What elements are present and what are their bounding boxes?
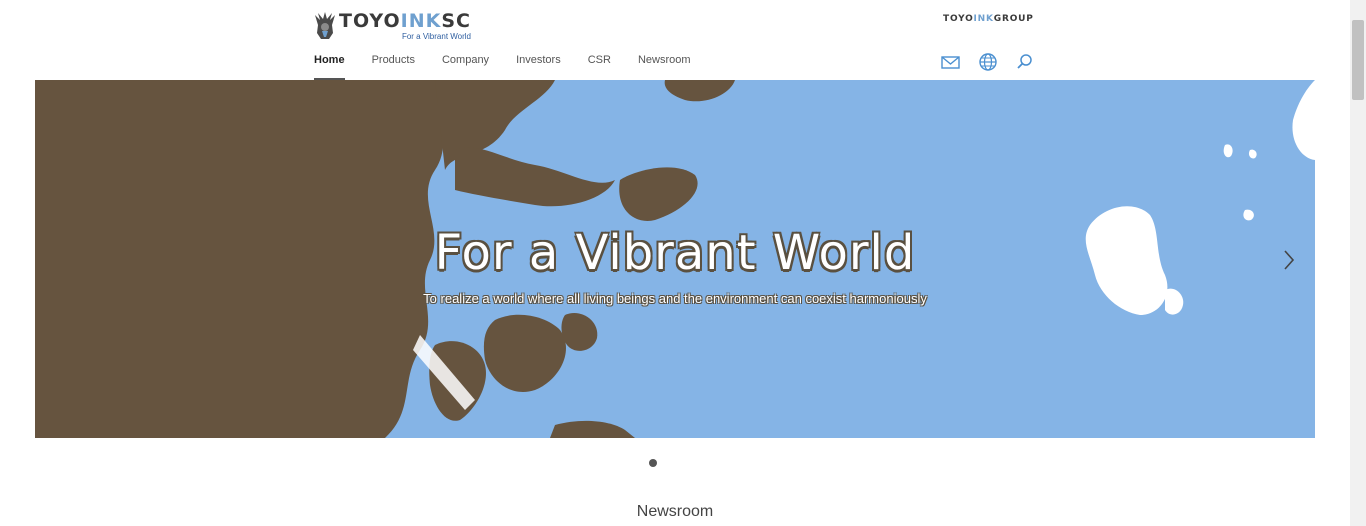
logo-wordmark: TOYOINKSC [339, 10, 472, 32]
toyoink-sc-logo[interactable]: TOYOINKSC For a Vibrant World [313, 11, 471, 41]
mail-icon[interactable] [940, 52, 962, 72]
search-icon[interactable] [1014, 52, 1036, 72]
hero-title: For a Vibrant World [434, 225, 916, 281]
logo-tagline: For a Vibrant World [401, 32, 472, 41]
scrollbar-thumb[interactable] [1352, 20, 1364, 100]
site-header: TOYOINKSC For a Vibrant World TOYOINKGRO… [0, 0, 1350, 80]
hero-slider: For a Vibrant World To realize a world w… [35, 80, 1315, 438]
toyoink-group-logo[interactable]: TOYOINKGROUP [943, 14, 1034, 24]
globe-icon[interactable] [977, 52, 999, 72]
nav-item-investors[interactable]: Investors [516, 54, 561, 80]
nav-item-home[interactable]: Home [314, 54, 345, 80]
nav-item-newsroom[interactable]: Newsroom [638, 54, 691, 80]
slider-dot-active[interactable] [649, 459, 657, 467]
lion-emblem-icon [315, 12, 335, 39]
nav-item-csr[interactable]: CSR [588, 54, 611, 80]
chevron-right-icon[interactable] [1282, 248, 1296, 272]
header-icon-group [940, 52, 1051, 72]
newsroom-heading: Newsroom [636, 503, 714, 520]
nav-item-company[interactable]: Company [442, 54, 489, 80]
main-nav: Home Products Company Investors CSR News… [314, 54, 718, 80]
nav-item-products[interactable]: Products [372, 54, 415, 80]
hero-subtitle: To realize a world where all living bein… [423, 291, 927, 306]
